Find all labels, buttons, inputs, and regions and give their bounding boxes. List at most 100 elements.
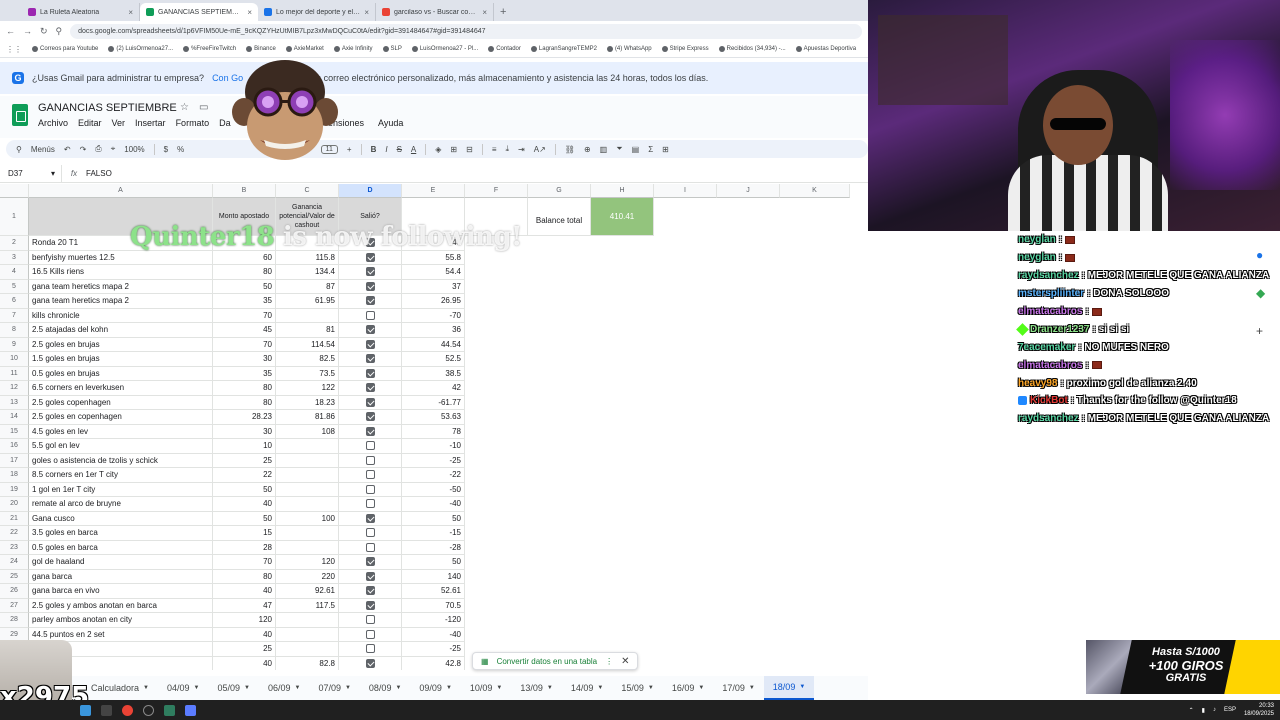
cell-a[interactable]: 2.5 goles en copenhagen: [29, 410, 213, 425]
merge-icon[interactable]: ⊟: [466, 145, 473, 154]
chat-username[interactable]: raydsanchez: [1018, 413, 1079, 424]
cell-b[interactable]: 50: [213, 482, 276, 497]
cell-e[interactable]: -10: [402, 439, 465, 454]
cell-c[interactable]: 117.5: [276, 598, 339, 613]
valign-icon[interactable]: ⤓: [506, 144, 510, 154]
checkbox-unchecked[interactable]: [365, 441, 375, 451]
cell-e[interactable]: -25: [402, 453, 465, 468]
chevron-down-icon[interactable]: ▼: [597, 685, 603, 691]
reload-icon[interactable]: ↻: [40, 26, 48, 37]
checkbox-cell[interactable]: [339, 598, 402, 613]
cell-c[interactable]: 82.5: [276, 352, 339, 367]
checkbox-cell[interactable]: [339, 366, 402, 381]
folder-icon[interactable]: ▭: [199, 102, 208, 113]
checkbox-checked[interactable]: [365, 296, 375, 306]
checkbox-cell[interactable]: [339, 613, 402, 628]
back-icon[interactable]: ←: [6, 26, 15, 36]
browser-tab[interactable]: Lo mejor del deporte y el entre ×: [258, 3, 376, 21]
chart-icon[interactable]: ▥: [600, 145, 608, 154]
cell-a[interactable]: remate al arco de bruyne: [29, 497, 213, 512]
checkbox-cell[interactable]: [339, 482, 402, 497]
checkbox-checked[interactable]: [365, 267, 375, 277]
chevron-down-icon[interactable]: ▼: [698, 685, 704, 691]
cell-a[interactable]: 2.5 atajadas del kohn: [29, 323, 213, 338]
cell-b[interactable]: 50: [213, 511, 276, 526]
cell-e[interactable]: 140: [402, 569, 465, 584]
cell-a[interactable]: 8.5 corners en 1er T city: [29, 468, 213, 483]
menu-item[interactable]: Formato: [176, 118, 210, 128]
cell-a[interactable]: 2.5 goles y ambos anotan en barca: [29, 598, 213, 613]
cell-b[interactable]: 70: [213, 555, 276, 570]
checkbox-cell[interactable]: [339, 656, 402, 670]
row-header[interactable]: 17: [0, 453, 29, 468]
row-header[interactable]: 8: [0, 323, 29, 338]
cell-e[interactable]: -28: [402, 540, 465, 555]
bookmark-item[interactable]: SLP: [382, 46, 402, 52]
cell-b[interactable]: 40: [213, 584, 276, 599]
cell-a[interactable]: 1 gol en 1er T city: [29, 482, 213, 497]
row-header[interactable]: 1: [0, 198, 29, 236]
cell-c[interactable]: 114.54: [276, 337, 339, 352]
new-tab-icon[interactable]: +: [494, 6, 512, 21]
cell-e[interactable]: 36: [402, 323, 465, 338]
sheets-logo-icon[interactable]: [12, 104, 28, 126]
cell-e[interactable]: -25: [402, 642, 465, 657]
sheet-tab[interactable]: 09/09 ▼: [410, 676, 460, 700]
up-arrow-icon[interactable]: ⌃: [1189, 707, 1194, 714]
row-header[interactable]: 3: [0, 250, 29, 265]
cell-a[interactable]: benfyishy muertes 12.5: [29, 250, 213, 265]
fill-color-icon[interactable]: ◈: [435, 145, 441, 154]
cell-c[interactable]: [276, 613, 339, 628]
cell-a[interactable]: gana team heretics mapa 2: [29, 279, 213, 294]
cell-c[interactable]: [276, 482, 339, 497]
cell-b[interactable]: 30: [213, 424, 276, 439]
checkbox-cell[interactable]: [339, 439, 402, 454]
bookmark-item[interactable]: Correos para Youtube: [32, 46, 98, 52]
network-icon[interactable]: ▮: [1202, 707, 1205, 714]
print-icon[interactable]: ⎙: [95, 144, 101, 154]
cell-c[interactable]: 100: [276, 511, 339, 526]
forward-icon[interactable]: →: [23, 26, 32, 36]
clock[interactable]: 20:33 18/09/2025: [1244, 702, 1274, 718]
checkbox-unchecked[interactable]: [365, 455, 375, 465]
functions-icon[interactable]: Σ: [648, 145, 653, 154]
cell-a[interactable]: kills chronicle: [29, 308, 213, 323]
currency-button[interactable]: $: [164, 145, 168, 154]
chat-username[interactable]: elmatacabros: [1018, 360, 1082, 371]
rotate-icon[interactable]: A↗: [534, 145, 546, 154]
column-header[interactable]: H: [591, 184, 654, 198]
cell-a[interactable]: 5.5 gol en lev: [29, 439, 213, 454]
row-header[interactable]: 22: [0, 526, 29, 541]
cell-a[interactable]: Gana cusco: [29, 511, 213, 526]
checkbox-cell[interactable]: [339, 381, 402, 396]
cell-e[interactable]: -61.77: [402, 395, 465, 410]
chevron-down-icon[interactable]: ▼: [446, 685, 452, 691]
cell-c[interactable]: 120: [276, 555, 339, 570]
browser-tab[interactable]: La Ruleta Aleatoria ×: [22, 3, 140, 21]
formula-input[interactable]: FALSO: [86, 169, 112, 178]
chat-username[interactable]: elmatacabros: [1018, 306, 1082, 317]
checkbox-checked[interactable]: [365, 397, 375, 407]
cell-e[interactable]: 52.61: [402, 584, 465, 599]
cell-b[interactable]: 40: [213, 656, 276, 670]
maps-icon[interactable]: ◆: [1256, 286, 1265, 300]
row-header[interactable]: 19: [0, 482, 29, 497]
row-header[interactable]: 7: [0, 308, 29, 323]
menu-help[interactable]: Ayuda: [378, 118, 403, 128]
checkbox-cell[interactable]: [339, 555, 402, 570]
cell-e[interactable]: -40: [402, 627, 465, 642]
cell-b[interactable]: 25: [213, 453, 276, 468]
convert-table-toast[interactable]: ▦ Convertir datos en una tabla ⋮ ✕: [472, 652, 639, 670]
cell-c[interactable]: 108: [276, 424, 339, 439]
cell-b[interactable]: 28.23: [213, 410, 276, 425]
start-icon[interactable]: [80, 704, 91, 716]
menu-item[interactable]: Archivo: [38, 118, 68, 128]
chevron-down-icon[interactable]: ▼: [194, 685, 200, 691]
cell-b[interactable]: 80: [213, 381, 276, 396]
text-color-icon[interactable]: A: [411, 145, 416, 154]
sheet-tab[interactable]: 16/09 ▼: [663, 676, 713, 700]
checkbox-cell[interactable]: [339, 250, 402, 265]
checkbox-cell[interactable]: [339, 395, 402, 410]
comment-icon[interactable]: ⊕: [584, 145, 591, 154]
cell-e[interactable]: 37: [402, 279, 465, 294]
